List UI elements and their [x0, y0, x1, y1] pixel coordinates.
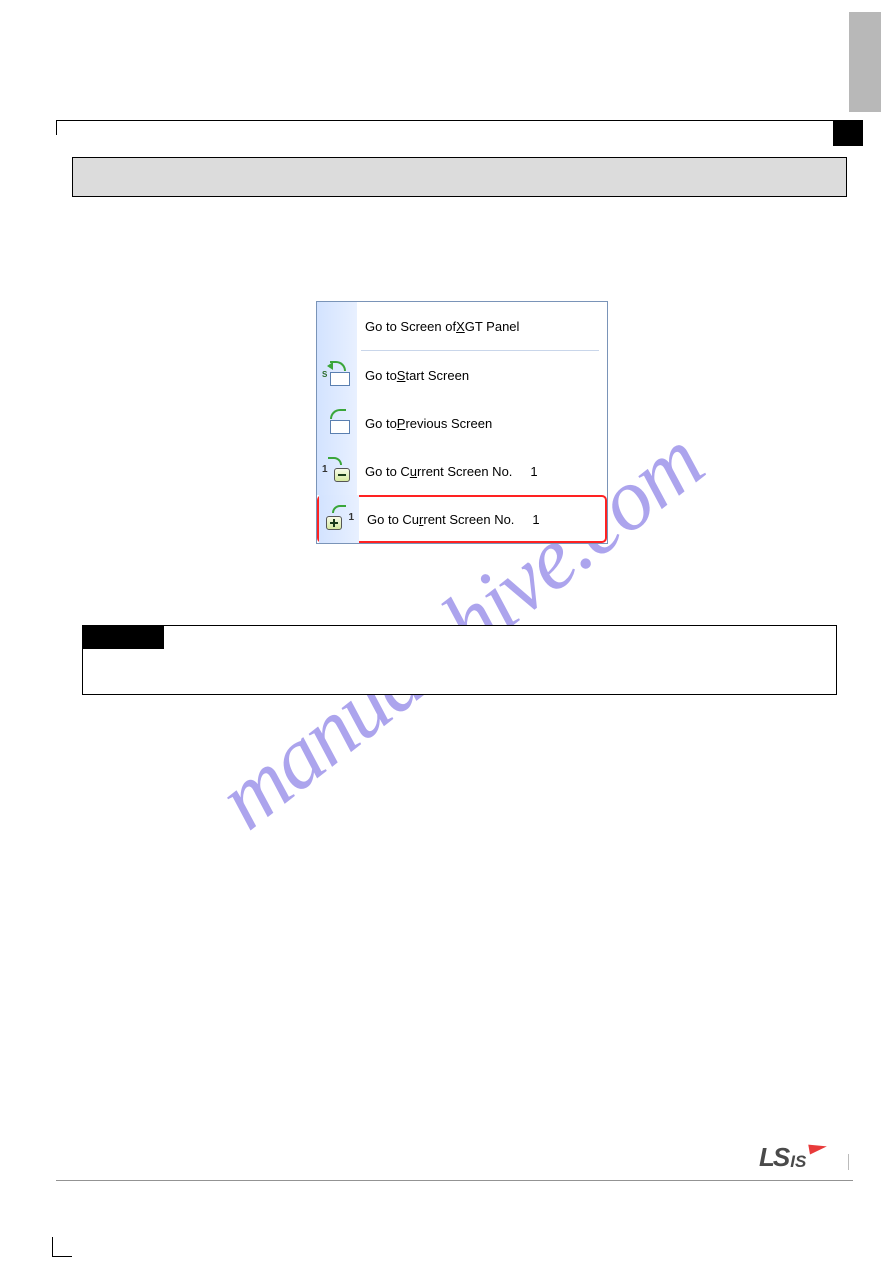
note-label-tag [82, 625, 164, 649]
header-rule-left [56, 120, 57, 135]
crop-mark-bottom-left [52, 1237, 72, 1257]
goto-start-screen-icon: S [317, 351, 357, 399]
footer-rule [56, 1180, 853, 1181]
footer-divider [848, 1154, 849, 1170]
menu-item-goto-xgt-panel[interactable]: Go to Screen of XGT Panel [317, 302, 607, 350]
menu-item-label: Go to Current Screen No.1 [357, 464, 607, 479]
screen-number-minus-icon: 1 [317, 447, 357, 495]
menu-item-label: Go to Start Screen [357, 368, 607, 383]
menu-item-goto-current-screen-plus[interactable]: 1 Go to Current Screen No.1 [317, 495, 607, 543]
logo-is-text: IS [790, 1152, 806, 1172]
menu-item-icon-blank [317, 302, 357, 350]
menu-item-label: Go to Current Screen No.1 [359, 512, 605, 527]
goto-previous-screen-icon [317, 399, 357, 447]
note-box [82, 625, 837, 695]
menu-separator [361, 350, 599, 351]
logo-ls-text: LS [759, 1142, 788, 1173]
logo-swoosh-icon [808, 1142, 827, 1155]
section-title-banner [72, 157, 847, 197]
context-menu: Go to Screen of XGT Panel S Go to Start … [316, 301, 608, 544]
page-root: manualshive.com Go to Screen of XGT Pane… [0, 0, 893, 1263]
page-edge-tab [849, 12, 881, 112]
header-rule [56, 120, 863, 121]
menu-item-goto-start-screen[interactable]: S Go to Start Screen [317, 351, 607, 399]
menu-item-label: Go to Screen of XGT Panel [357, 319, 607, 334]
menu-item-goto-current-screen-minus[interactable]: 1 Go to Current Screen No.1 [317, 447, 607, 495]
menu-item-label: Go to Previous Screen [357, 416, 607, 431]
screen-number-plus-icon: 1 [319, 495, 359, 543]
section-tab-marker [833, 120, 863, 146]
menu-item-goto-previous-screen[interactable]: Go to Previous Screen [317, 399, 607, 447]
brand-logo: LS IS [759, 1145, 833, 1173]
